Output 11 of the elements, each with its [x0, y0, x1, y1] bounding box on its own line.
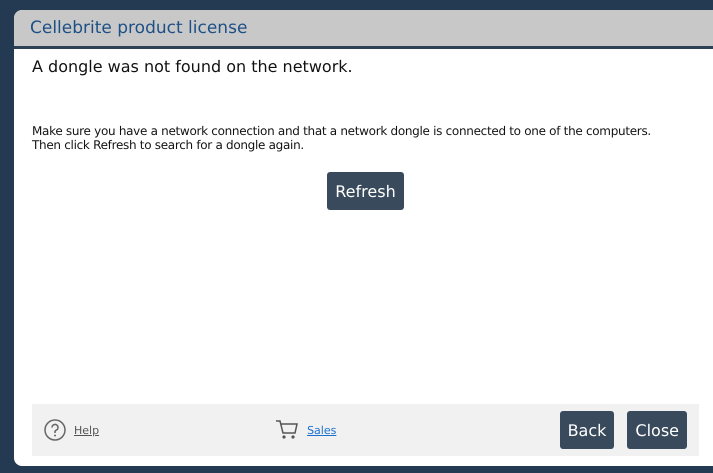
close-button[interactable]: Close — [627, 411, 687, 449]
heading: A dongle was not found on the network. — [32, 57, 354, 76]
sales-link[interactable]: Sales — [307, 424, 336, 436]
cart-icon[interactable] — [275, 419, 300, 441]
refresh-button[interactable]: Refresh — [327, 172, 404, 210]
help-link[interactable]: Help — [74, 424, 100, 436]
help-icon[interactable] — [44, 419, 66, 441]
message-text: Make sure you have a network connection and that a network dongle is connected to one of the computers. — [32, 124, 652, 138]
back-button[interactable]: Back — [560, 411, 614, 449]
message-text: Then click Refresh to search for a dongle again. — [32, 138, 305, 152]
window-title: Cellebrite product license — [14, 10, 713, 49]
